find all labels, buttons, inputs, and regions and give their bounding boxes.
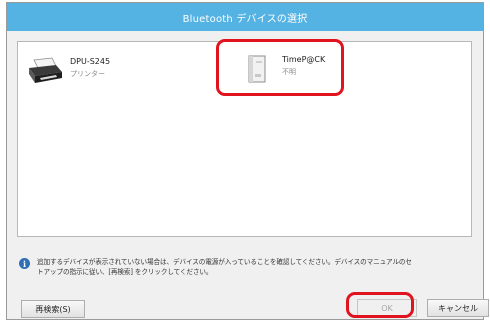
info-text-line-1: 追加するデバイスが表示されていない場合は、デバイスの電源が入っていることを確認し… bbox=[37, 258, 412, 266]
ok-highlight-annotation bbox=[346, 292, 414, 318]
dialog-title: Bluetooth デバイスの選択 bbox=[7, 3, 483, 31]
info-text-line-2: トアップの指示に従い、[再検索] をクリックしてください。 bbox=[37, 268, 213, 276]
research-button[interactable]: 再検索(S) bbox=[21, 300, 85, 318]
device-status: プリンター bbox=[70, 70, 105, 78]
info-message: i 追加するデバイスが表示されていない場合は、デバイスの電源が入っていることを確… bbox=[19, 257, 479, 277]
printer-icon bbox=[26, 56, 64, 86]
device-name: DPU-S245 bbox=[70, 57, 111, 66]
device-item-dpu-s245[interactable]: DPU-S245 プリンター bbox=[26, 56, 110, 86]
device-highlight-annotation bbox=[216, 39, 344, 96]
cancel-button[interactable]: キャンセル bbox=[427, 299, 489, 317]
info-icon: i bbox=[19, 258, 30, 269]
